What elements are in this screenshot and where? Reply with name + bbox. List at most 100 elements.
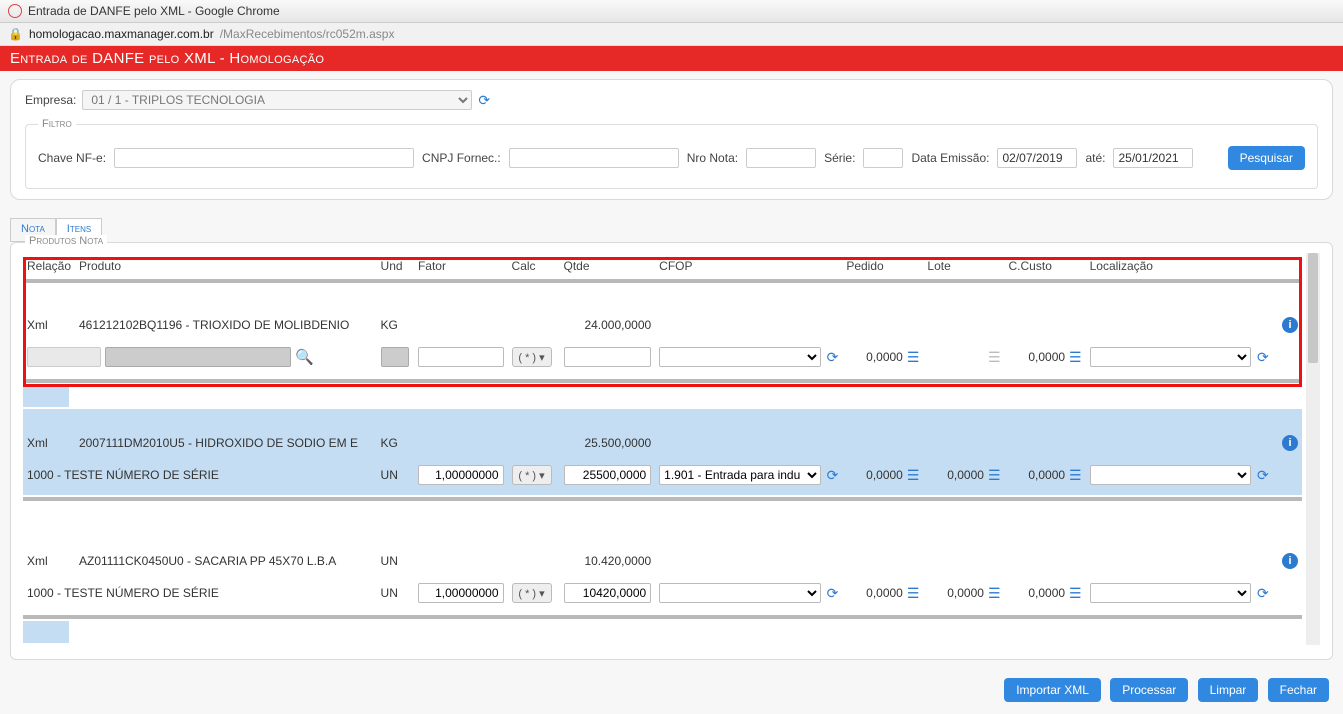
info-icon[interactable]: i xyxy=(1282,435,1298,451)
calc-select[interactable]: ( * ) ▾ xyxy=(512,465,552,485)
fator-input[interactable] xyxy=(418,583,504,603)
grid-scrollbar[interactable] xyxy=(1306,253,1320,645)
col-fator: Fator xyxy=(414,253,508,281)
col-cfop: CFOP xyxy=(655,253,842,281)
refresh-cfop-icon[interactable]: ⟳ xyxy=(827,585,839,602)
serie-input[interactable] xyxy=(863,148,903,168)
filtro-fieldset: Filtro Chave NF-e: CNPJ Fornec.: Nro Not… xyxy=(25,118,1318,189)
nro-label: Nro Nota: xyxy=(687,151,738,165)
products-panel: Produtos Nota Relação Produto Und Fator … xyxy=(10,242,1333,660)
refresh-local-icon[interactable]: ⟳ xyxy=(1257,467,1269,484)
pedido-value: 0,0000 xyxy=(866,350,903,364)
produto-input[interactable] xyxy=(105,347,291,367)
lote-value: 0,0000 xyxy=(947,468,984,482)
cell-produto: 2007111DM2010U5 - HIDROXIDO DE SODIO EM … xyxy=(75,409,377,461)
cell-produto: 461212102BQ1196 - TRIOXIDO DE MOLIBDENIO xyxy=(75,281,377,343)
calc-select[interactable]: ( * ) ▾ xyxy=(512,583,552,603)
cell-relacao: Xml xyxy=(23,409,75,461)
qtde-input[interactable] xyxy=(564,583,652,603)
lote-list-icon[interactable]: ☰ xyxy=(988,585,1001,602)
cell-und: KG xyxy=(377,409,414,461)
local-select[interactable] xyxy=(1090,583,1251,603)
url-host: homologacao.maxmanager.com.br xyxy=(29,27,214,41)
col-local: Localização xyxy=(1086,253,1273,281)
emissao-label: Data Emissão: xyxy=(911,151,989,165)
chave-input[interactable] xyxy=(114,148,414,168)
emissao-to-input[interactable] xyxy=(1113,148,1193,168)
bottom-actions: Importar XML Processar Limpar Fechar xyxy=(0,668,1343,714)
refresh-cfop-icon[interactable]: ⟳ xyxy=(827,467,839,484)
col-qtde: Qtde xyxy=(560,253,656,281)
cfop-select[interactable] xyxy=(659,347,820,367)
fator-input[interactable] xyxy=(418,465,504,485)
refresh-empresa-icon[interactable]: ⟳ xyxy=(478,92,490,109)
lote-value: 0,0000 xyxy=(947,586,984,600)
tabs: Nota Itens xyxy=(10,218,1333,242)
info-icon[interactable]: i xyxy=(1282,317,1298,333)
fator-input[interactable] xyxy=(418,347,504,367)
pedido-value: 0,0000 xyxy=(866,586,903,600)
refresh-cfop-icon[interactable]: ⟳ xyxy=(827,349,839,366)
table-row-edit: 🔍( * ) ▾⟳0,0000☰☰0,0000☰⟳ xyxy=(23,343,1302,377)
table-row-xml: XmlAZ01111CK0450U0 - SACARIA PP 45X70 L.… xyxy=(23,527,1302,579)
pedido-value: 0,0000 xyxy=(866,468,903,482)
lock-icon: 🔒 xyxy=(8,27,23,41)
search-product-icon[interactable]: 🔍 xyxy=(295,348,314,366)
lote-list-icon[interactable]: ☰ xyxy=(988,467,1001,484)
cnpj-input[interactable] xyxy=(509,148,679,168)
pedido-list-icon[interactable]: ☰ xyxy=(907,467,920,484)
emissao-from-input[interactable] xyxy=(997,148,1077,168)
cnpj-label: CNPJ Fornec.: xyxy=(422,151,501,165)
ccusto-value: 0,0000 xyxy=(1028,468,1065,482)
refresh-local-icon[interactable]: ⟳ xyxy=(1257,585,1269,602)
nro-input[interactable] xyxy=(746,148,816,168)
pedido-list-icon[interactable]: ☰ xyxy=(907,585,920,602)
pesquisar-button[interactable]: Pesquisar xyxy=(1228,146,1305,170)
browser-titlebar: Entrada de DANFE pelo XML - Google Chrom… xyxy=(0,0,1343,23)
ccusto-list-icon[interactable]: ☰ xyxy=(1069,585,1082,602)
refresh-local-icon[interactable]: ⟳ xyxy=(1257,349,1269,366)
col-lote: Lote xyxy=(923,253,1004,281)
products-title: Produtos Nota xyxy=(25,235,107,247)
ccusto-list-icon[interactable]: ☰ xyxy=(1069,349,1082,366)
relacao-code-input[interactable] xyxy=(27,347,101,367)
local-select[interactable] xyxy=(1090,347,1251,367)
cell-und-edit: UN xyxy=(377,461,414,495)
window-title: Entrada de DANFE pelo XML - Google Chrom… xyxy=(28,4,280,18)
local-select[interactable] xyxy=(1090,465,1251,485)
und-input[interactable] xyxy=(381,347,409,367)
cell-relacao: Xml xyxy=(23,527,75,579)
col-und: Und xyxy=(377,253,414,281)
filter-panel: Empresa: 01 / 1 - TRIPLOS TECNOLOGIA ⟳ F… xyxy=(10,79,1333,200)
empresa-label: Empresa: xyxy=(25,93,76,107)
browser-addressbar: 🔒 homologacao.maxmanager.com.br/MaxReceb… xyxy=(0,23,1343,46)
col-ccusto: C.Custo xyxy=(1005,253,1086,281)
qtde-input[interactable] xyxy=(564,347,652,367)
emissao-ate-label: até: xyxy=(1085,151,1105,165)
cell-produto-edit: 1000 - TESTE NÚMERO DE SÉRIE xyxy=(23,579,377,613)
url-path: /MaxRecebimentos/rc052m.aspx xyxy=(220,27,395,41)
col-pedido: Pedido xyxy=(842,253,923,281)
qtde-input[interactable] xyxy=(564,465,652,485)
table-row-edit: 1000 - TESTE NÚMERO DE SÉRIEUN( * ) ▾1.9… xyxy=(23,461,1302,495)
filtro-legend: Filtro xyxy=(38,118,76,130)
info-icon[interactable]: i xyxy=(1282,553,1298,569)
ccusto-value: 0,0000 xyxy=(1028,586,1065,600)
calc-select[interactable]: ( * ) ▾ xyxy=(512,347,552,367)
page-title: Entrada de DANFE pelo XML - Homologação xyxy=(0,46,1343,71)
cell-relacao: Xml xyxy=(23,281,75,343)
cell-und: UN xyxy=(377,527,414,579)
serie-label: Série: xyxy=(824,151,855,165)
pedido-list-icon[interactable]: ☰ xyxy=(907,349,920,366)
empresa-select[interactable]: 01 / 1 - TRIPLOS TECNOLOGIA xyxy=(82,90,472,110)
cfop-select[interactable] xyxy=(659,583,820,603)
lote-list-icon[interactable]: ☰ xyxy=(988,349,1001,366)
col-relacao: Relação xyxy=(23,253,75,281)
ccusto-list-icon[interactable]: ☰ xyxy=(1069,467,1082,484)
col-produto: Produto xyxy=(75,253,377,281)
scrollbar-thumb[interactable] xyxy=(1308,253,1318,363)
col-calc: Calc xyxy=(508,253,560,281)
cell-qtde: 25.500,0000 xyxy=(560,409,656,461)
cfop-select[interactable]: 1.901 - Entrada para indu xyxy=(659,465,820,485)
products-table: Relação Produto Und Fator Calc Qtde CFOP… xyxy=(23,253,1302,645)
